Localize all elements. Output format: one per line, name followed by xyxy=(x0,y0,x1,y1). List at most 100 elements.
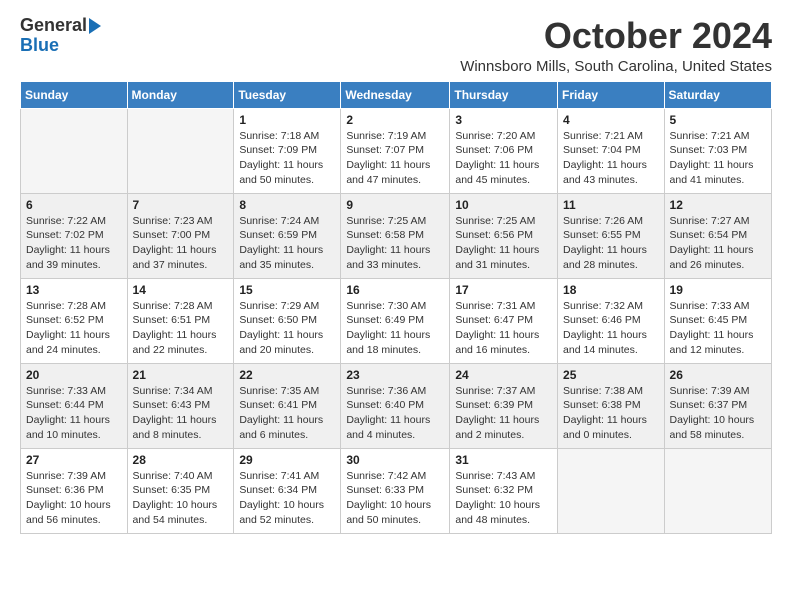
day-info: Sunrise: 7:22 AMSunset: 7:02 PMDaylight:… xyxy=(26,214,122,273)
daylight-text: Daylight: 11 hours and 12 minutes. xyxy=(670,329,754,356)
day-number: 26 xyxy=(670,368,766,382)
table-row: 9Sunrise: 7:25 AMSunset: 6:58 PMDaylight… xyxy=(341,193,450,278)
daylight-text: Daylight: 11 hours and 50 minutes. xyxy=(239,159,323,186)
day-info: Sunrise: 7:39 AMSunset: 6:36 PMDaylight:… xyxy=(26,469,122,528)
sunrise-text: Sunrise: 7:22 AM xyxy=(26,215,106,227)
logo-general: General xyxy=(20,16,87,36)
table-row: 26Sunrise: 7:39 AMSunset: 6:37 PMDayligh… xyxy=(664,363,771,448)
daylight-text: Daylight: 11 hours and 20 minutes. xyxy=(239,329,323,356)
sunset-text: Sunset: 6:45 PM xyxy=(670,314,748,326)
sunset-text: Sunset: 7:03 PM xyxy=(670,144,748,156)
logo-arrow-icon xyxy=(89,18,101,34)
day-info: Sunrise: 7:21 AMSunset: 7:03 PMDaylight:… xyxy=(670,129,766,188)
header-friday: Friday xyxy=(558,81,665,108)
sunset-text: Sunset: 6:50 PM xyxy=(239,314,317,326)
day-number: 27 xyxy=(26,453,122,467)
sunrise-text: Sunrise: 7:28 AM xyxy=(133,300,213,312)
day-info: Sunrise: 7:25 AMSunset: 6:56 PMDaylight:… xyxy=(455,214,552,273)
day-number: 1 xyxy=(239,113,335,127)
sunrise-text: Sunrise: 7:25 AM xyxy=(346,215,426,227)
sunset-text: Sunset: 6:33 PM xyxy=(346,484,424,496)
sunset-text: Sunset: 7:09 PM xyxy=(239,144,317,156)
day-number: 16 xyxy=(346,283,444,297)
sunset-text: Sunset: 6:44 PM xyxy=(26,399,104,411)
table-row: 11Sunrise: 7:26 AMSunset: 6:55 PMDayligh… xyxy=(558,193,665,278)
day-info: Sunrise: 7:19 AMSunset: 7:07 PMDaylight:… xyxy=(346,129,444,188)
day-info: Sunrise: 7:37 AMSunset: 6:39 PMDaylight:… xyxy=(455,384,552,443)
day-info: Sunrise: 7:30 AMSunset: 6:49 PMDaylight:… xyxy=(346,299,444,358)
header-thursday: Thursday xyxy=(450,81,558,108)
location-title: Winnsboro Mills, South Carolina, United … xyxy=(460,58,772,75)
day-number: 23 xyxy=(346,368,444,382)
day-number: 6 xyxy=(26,198,122,212)
table-row: 19Sunrise: 7:33 AMSunset: 6:45 PMDayligh… xyxy=(664,278,771,363)
table-row: 3Sunrise: 7:20 AMSunset: 7:06 PMDaylight… xyxy=(450,108,558,193)
calendar-week-row: 27 Sunrise: 7:39 AMSunset: 6:36 PMDayligh… xyxy=(21,448,772,533)
day-number: 8 xyxy=(239,198,335,212)
sunrise-text: Sunrise: 7:39 AM xyxy=(670,385,750,397)
daylight-text: Daylight: 11 hours and 22 minutes. xyxy=(133,329,217,356)
daylight-text: Daylight: 10 hours and 58 minutes. xyxy=(670,414,755,441)
sunrise-text: Sunrise: 7:25 AM xyxy=(455,215,535,227)
sunset-text: Sunset: 6:40 PM xyxy=(346,399,424,411)
sunrise-text: Sunrise: 7:39 AM xyxy=(26,470,106,482)
table-row: 27 Sunrise: 7:39 AMSunset: 6:36 PMDayligh… xyxy=(21,448,128,533)
table-row: 28Sunrise: 7:40 AMSunset: 6:35 PMDayligh… xyxy=(127,448,234,533)
sunset-text: Sunset: 6:59 PM xyxy=(239,229,317,241)
daylight-text: Daylight: 11 hours and 18 minutes. xyxy=(346,329,430,356)
calendar-week-row: 6 Sunrise: 7:22 AMSunset: 7:02 PMDaylight… xyxy=(21,193,772,278)
sunrise-text: Sunrise: 7:34 AM xyxy=(133,385,213,397)
day-info: Sunrise: 7:33 AM Sunset: 6:45 PM Daylight:… xyxy=(670,299,766,358)
day-number: 2 xyxy=(346,113,444,127)
daylight-text: Daylight: 11 hours and 39 minutes. xyxy=(26,244,110,271)
day-info: Sunrise: 7:43 AMSunset: 6:32 PMDaylight:… xyxy=(455,469,552,528)
title-section: October 2024 Winnsboro Mills, South Caro… xyxy=(460,16,772,75)
day-number: 9 xyxy=(346,198,444,212)
month-title: October 2024 xyxy=(460,16,772,56)
daylight-text: Daylight: 11 hours and 35 minutes. xyxy=(239,244,323,271)
logo-blue: Blue xyxy=(20,36,59,56)
day-number: 5 xyxy=(670,113,766,127)
sunrise-text: Sunrise: 7:40 AM xyxy=(133,470,213,482)
table-row: 31 Sunrise: 7:43 AMSunset: 6:32 PMDayligh… xyxy=(450,448,558,533)
table-row: 30Sunrise: 7:42 AMSunset: 6:33 PMDayligh… xyxy=(341,448,450,533)
sunrise-text: Sunrise: 7:36 AM xyxy=(346,385,426,397)
day-info: Sunrise: 7:33 AMSunset: 6:44 PMDaylight:… xyxy=(26,384,122,443)
day-number: 15 xyxy=(239,283,335,297)
table-row: 10Sunrise: 7:25 AMSunset: 6:56 PMDayligh… xyxy=(450,193,558,278)
day-info: Sunrise: 7:42 AMSunset: 6:33 PMDaylight:… xyxy=(346,469,444,528)
day-number: 3 xyxy=(455,113,552,127)
table-row xyxy=(127,108,234,193)
day-info: Sunrise: 7:41 AMSunset: 6:34 PMDaylight:… xyxy=(239,469,335,528)
table-row: 20Sunrise: 7:33 AMSunset: 6:44 PMDayligh… xyxy=(21,363,128,448)
table-row: 24Sunrise: 7:37 AMSunset: 6:39 PMDayligh… xyxy=(450,363,558,448)
header-monday: Monday xyxy=(127,81,234,108)
table-row: 16 Sunrise: 7:30 AMSunset: 6:49 PMDayligh… xyxy=(341,278,450,363)
day-number: 31 xyxy=(455,453,552,467)
day-info: Sunrise: 7:29 AMSunset: 6:50 PMDaylight:… xyxy=(239,299,335,358)
day-number: 7 xyxy=(133,198,229,212)
header: General Blue October 2024 Winnsboro Mill… xyxy=(20,16,772,75)
table-row: 2 Sunrise: 7:19 AMSunset: 7:07 PMDaylight… xyxy=(341,108,450,193)
day-info: Sunrise: 7:18 AMSunset: 7:09 PMDaylight:… xyxy=(239,129,335,188)
daylight-text: Daylight: 11 hours and 33 minutes. xyxy=(346,244,430,271)
daylight-text: Daylight: 10 hours and 54 minutes. xyxy=(133,499,218,526)
day-info: Sunrise: 7:40 AMSunset: 6:35 PMDaylight:… xyxy=(133,469,229,528)
sunset-text: Sunset: 7:07 PM xyxy=(346,144,424,156)
day-info: Sunrise: 7:36 AM Sunset: 6:40 PM Daylight:… xyxy=(346,384,444,443)
daylight-text: Daylight: 11 hours and 4 minutes. xyxy=(346,414,430,441)
day-info: Sunrise: 7:24 AMSunset: 6:59 PMDaylight:… xyxy=(239,214,335,273)
sunset-text: Sunset: 6:43 PM xyxy=(133,399,211,411)
calendar: Sunday Monday Tuesday Wednesday Thursday… xyxy=(20,81,772,534)
logo: General Blue xyxy=(20,16,101,56)
sunrise-text: Sunrise: 7:21 AM xyxy=(563,130,643,142)
daylight-text: Daylight: 11 hours and 6 minutes. xyxy=(239,414,323,441)
sunrise-text: Sunrise: 7:33 AM xyxy=(670,300,750,312)
sunrise-text: Sunrise: 7:41 AM xyxy=(239,470,319,482)
header-saturday: Saturday xyxy=(664,81,771,108)
table-row xyxy=(558,448,665,533)
calendar-week-row: 13Sunrise: 7:28 AMSunset: 6:52 PMDayligh… xyxy=(21,278,772,363)
sunrise-text: Sunrise: 7:20 AM xyxy=(455,130,535,142)
sunset-text: Sunset: 6:32 PM xyxy=(455,484,533,496)
table-row: 7Sunrise: 7:23 AMSunset: 7:00 PMDaylight… xyxy=(127,193,234,278)
